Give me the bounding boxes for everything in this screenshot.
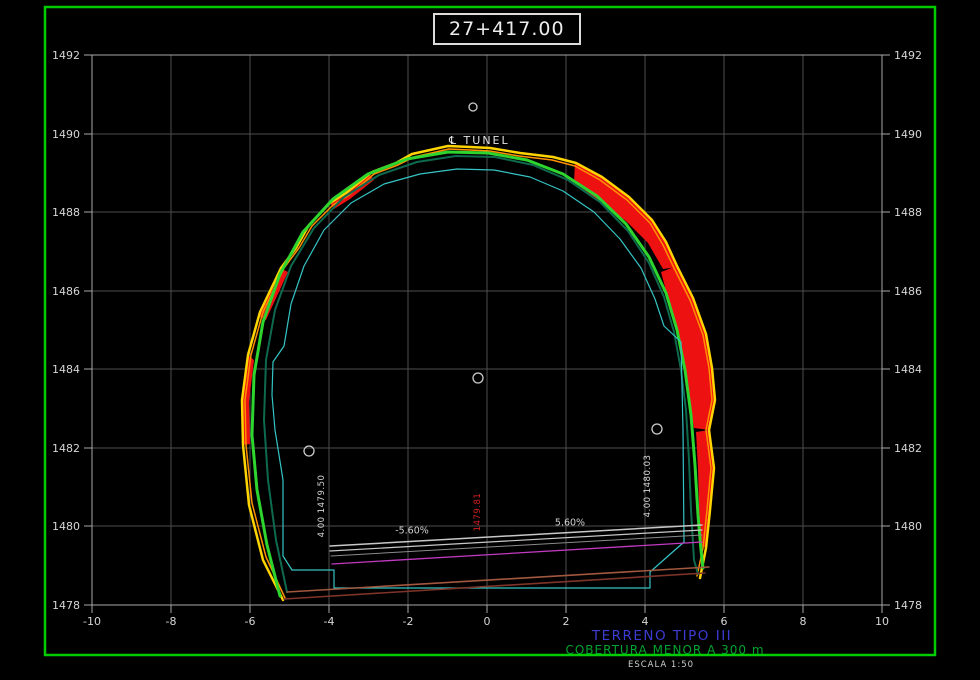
- station-label: 27+417.00: [449, 18, 565, 40]
- sheet-frame: [45, 7, 935, 655]
- x-axis-label: 0: [484, 615, 491, 628]
- survey-point-circle: [469, 103, 477, 111]
- x-axis-label: 4: [642, 615, 649, 628]
- terrain-type-label: TERRENO TIPO III: [592, 628, 732, 644]
- pavement-surface-1: [330, 525, 702, 546]
- y-axis-label-left: 1486: [52, 285, 80, 298]
- slope-label-right: 5.60%: [555, 518, 585, 529]
- station-label-box: 27+417.00: [433, 13, 581, 45]
- y-axis-label-left: 1490: [52, 128, 80, 141]
- scale-label: ESCALA 1:50: [628, 660, 694, 670]
- pavement-surface-2: [330, 530, 702, 551]
- tunnel-section-canvas: 1492 1492 1490 1490 1488 1488 1486 1486 1484 1484…: [0, 0, 980, 680]
- slope-label-left: -5.60%: [395, 526, 429, 537]
- y-axis-label-left: 1478: [52, 599, 80, 612]
- y-axis-label-right: 1492: [894, 49, 922, 62]
- y-axis-label-right: 1490: [894, 128, 922, 141]
- survey-point-circle: [473, 373, 483, 383]
- x-axis-label: 6: [721, 615, 728, 628]
- y-axis-label-right: 1486: [894, 285, 922, 298]
- y-axis-label-right: 1488: [894, 206, 922, 219]
- y-axis-label-left: 1488: [52, 206, 80, 219]
- cad-viewport: 1492 1492 1490 1490 1488 1488 1486 1486 1484 1484…: [0, 0, 980, 680]
- y-axis-label-left: 1482: [52, 442, 80, 455]
- y-axis-label-right: 1482: [894, 442, 922, 455]
- y-axis-label-right: 1480: [894, 520, 922, 533]
- edge-elevation-right: 4.00 1480.03: [643, 455, 653, 518]
- x-axis-label: -6: [245, 615, 256, 628]
- invert-bottom-darkred: [284, 573, 705, 599]
- y-axis-label-right: 1478: [894, 599, 922, 612]
- edge-elevation-left: 4.00 1479.50: [317, 475, 327, 538]
- rasante-elevation-label: 1479.81: [473, 493, 483, 532]
- y-axis-label-left: 1492: [52, 49, 80, 62]
- x-axis-label: -2: [403, 615, 414, 628]
- y-axis-label-left: 1480: [52, 520, 80, 533]
- x-axis-label: 8: [800, 615, 807, 628]
- cover-note-label: COBERTURA MENOR A 300 m: [565, 643, 764, 657]
- y-axis-label-right: 1484: [894, 363, 922, 376]
- overbreak-crown-right: [574, 162, 678, 269]
- survey-point-circle: [652, 424, 662, 434]
- x-axis-label: 2: [563, 615, 570, 628]
- x-axis-label: -10: [83, 615, 101, 628]
- x-axis-label: -4: [324, 615, 335, 628]
- tunnel-centerline-label: ℄ TUNEL: [449, 134, 510, 147]
- x-axis-label: -8: [166, 615, 177, 628]
- y-axis-label-left: 1484: [52, 363, 80, 376]
- x-axis-label: 10: [875, 615, 889, 628]
